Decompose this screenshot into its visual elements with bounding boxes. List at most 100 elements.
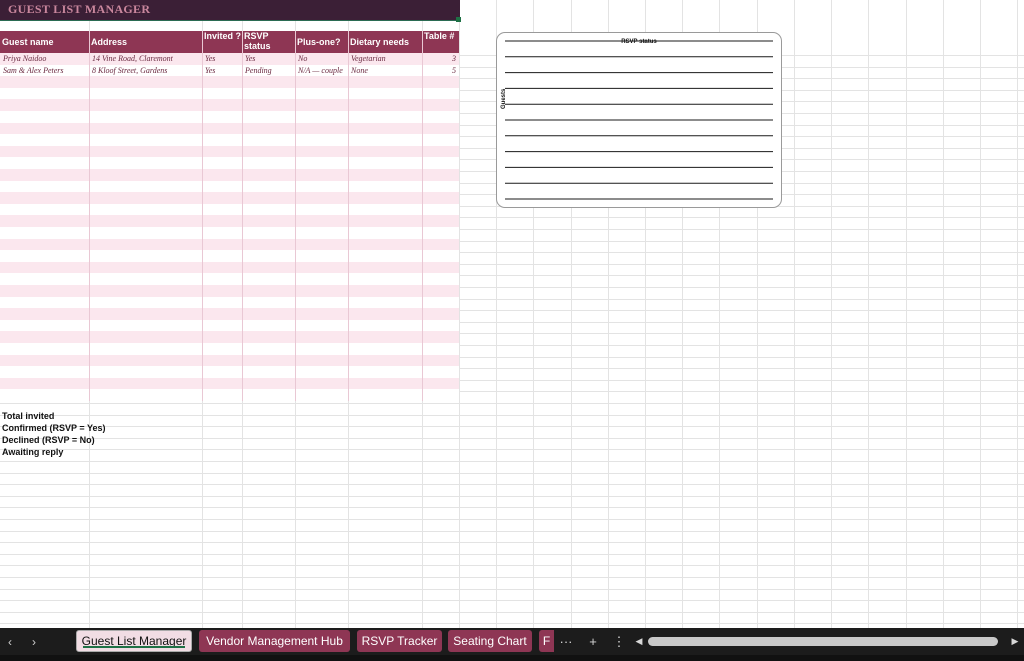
tab-seating-chart[interactable]: Seating Chart [448,630,532,652]
table-row[interactable] [0,122,459,135]
summary-declined[interactable]: Declined (RSVP = No) [2,435,95,446]
table-row[interactable] [0,76,459,88]
table-row[interactable] [0,180,459,193]
table-row[interactable] [0,192,459,204]
rsvp-chart[interactable]: RSVP status Guests [496,32,782,208]
cell-guest-name[interactable]: Priya Naidoo [0,53,89,65]
col-header-dietary-needs[interactable]: Dietary needs [348,31,422,53]
cell-guest-name[interactable]: Sam & Alex Peters [0,65,89,77]
summary-confirmed[interactable]: Confirmed (RSVP = Yes) [2,423,105,434]
scroll-right-icon[interactable]: ▶ [1008,628,1022,655]
grid-row-line [0,484,1024,486]
table-column-divider [89,31,90,401]
table-row[interactable] [0,354,459,367]
table-row[interactable] [0,238,459,251]
grid-row-line [0,403,1024,404]
grid-col-line [868,0,869,628]
table-row[interactable] [0,134,459,146]
table-row[interactable] [0,261,459,274]
table-row[interactable] [0,308,459,320]
table-row[interactable] [0,296,459,309]
add-sheet-icon[interactable]: + [584,628,602,655]
sheet-options-icon[interactable]: ⋮ [612,628,626,655]
horizontal-scrollbar[interactable] [648,637,998,646]
table-row[interactable]: Sam & Alex Peters 8 Kloof Street, Gardens… [0,64,459,77]
cell-dietary-needs[interactable]: None [348,65,422,77]
grid-col-line [980,0,981,628]
table-row[interactable] [0,215,459,227]
more-sheets-icon[interactable]: ··· [558,628,574,655]
cell-invited[interactable]: Yes [202,65,242,77]
tab-guest-list-manager[interactable]: Guest List Manager [76,630,192,652]
grid-row-line [0,495,1024,497]
cell-rsvp-status[interactable]: Pending [242,65,295,77]
sheet-tab-bar: ‹ › Guest List Manager Vendor Management… [0,628,1024,655]
prev-sheet-arrow-icon[interactable]: ‹ [0,628,20,655]
table-column-divider [295,31,296,401]
grid-row-line [0,623,1024,625]
summary-awaiting[interactable]: Awaiting reply [2,447,63,458]
table-row[interactable] [0,111,459,123]
col-header-rsvp-status[interactable]: RSVP status [242,31,295,53]
col-header-table-number[interactable]: Table # [422,31,459,53]
table-row[interactable] [0,285,459,297]
table-row[interactable] [0,389,459,401]
grid-col-line [459,0,460,628]
table-column-divider [242,31,243,401]
cell-invited[interactable]: Yes [202,53,242,65]
grid-row-line [0,588,1024,590]
table-row[interactable] [0,366,459,378]
grid-row-line [0,507,1024,509]
grid-row-line [0,565,1024,567]
table-row[interactable]: Priya Naidoo 14 Vine Road, Claremont Yes Ye… [0,53,459,65]
selection-handle[interactable] [456,17,461,22]
table-row[interactable] [0,157,459,169]
table-row[interactable] [0,343,459,355]
table-row[interactable] [0,273,459,285]
table-row[interactable] [0,169,459,181]
table-row[interactable] [0,227,459,239]
chart-title: RSVP status [621,39,657,45]
grid-row-line [0,461,1024,462]
table-row[interactable] [0,250,459,262]
grid-row-line [0,600,1024,602]
cell-address[interactable]: 8 Kloof Street, Gardens [89,65,202,77]
spreadsheet-grid[interactable]: GUEST LIST MANAGER Guest name Address In… [0,0,1024,628]
grid-col-line [943,0,944,628]
next-sheet-arrow-icon[interactable]: › [24,628,44,655]
tab-vendor-management-hub[interactable]: Vendor Management Hub [199,630,350,652]
cell-plus-one[interactable]: N/A — couple [295,65,348,77]
cell-plus-one[interactable]: No [295,53,348,65]
cell-dietary-needs[interactable]: Vegetarian [348,53,422,65]
cell-address[interactable]: 14 Vine Road, Claremont [89,53,202,65]
tab-truncated[interactable]: F [539,630,554,652]
grid-row-line [0,449,1024,451]
table-column-divider [202,31,203,401]
title-banner[interactable]: GUEST LIST MANAGER [0,0,460,21]
table-row[interactable] [0,203,459,216]
cell-table-number[interactable]: 3 [422,53,459,65]
cell-rsvp-status[interactable]: Yes [242,53,295,65]
summary-total-invited[interactable]: Total invited [2,411,54,422]
col-header-address[interactable]: Address [89,31,202,53]
table-row[interactable] [0,377,459,390]
table-row[interactable] [0,87,459,100]
table-row[interactable] [0,99,459,111]
table-row[interactable] [0,331,459,343]
grid-col-line [831,0,832,628]
grid-row-line [0,437,1024,439]
grid-row-line [0,472,1024,474]
chart-y-axis-label: Guests [501,88,507,109]
table-column-divider [348,31,349,401]
scroll-left-icon[interactable]: ◀ [632,628,646,655]
cell-table-number[interactable]: 5 [422,65,459,77]
tab-rsvp-tracker[interactable]: RSVP Tracker [357,630,442,652]
chart-gridlines [505,40,773,200]
table-row[interactable] [0,145,459,158]
col-header-invited[interactable]: Invited ? [202,31,242,53]
sheet-title: GUEST LIST MANAGER [8,2,151,16]
table-header-row: Guest name Address Invited ? RSVP status… [0,31,459,53]
col-header-guest-name[interactable]: Guest name [0,31,89,53]
col-header-plus-one[interactable]: Plus-one? [295,31,348,53]
table-row[interactable] [0,319,459,332]
